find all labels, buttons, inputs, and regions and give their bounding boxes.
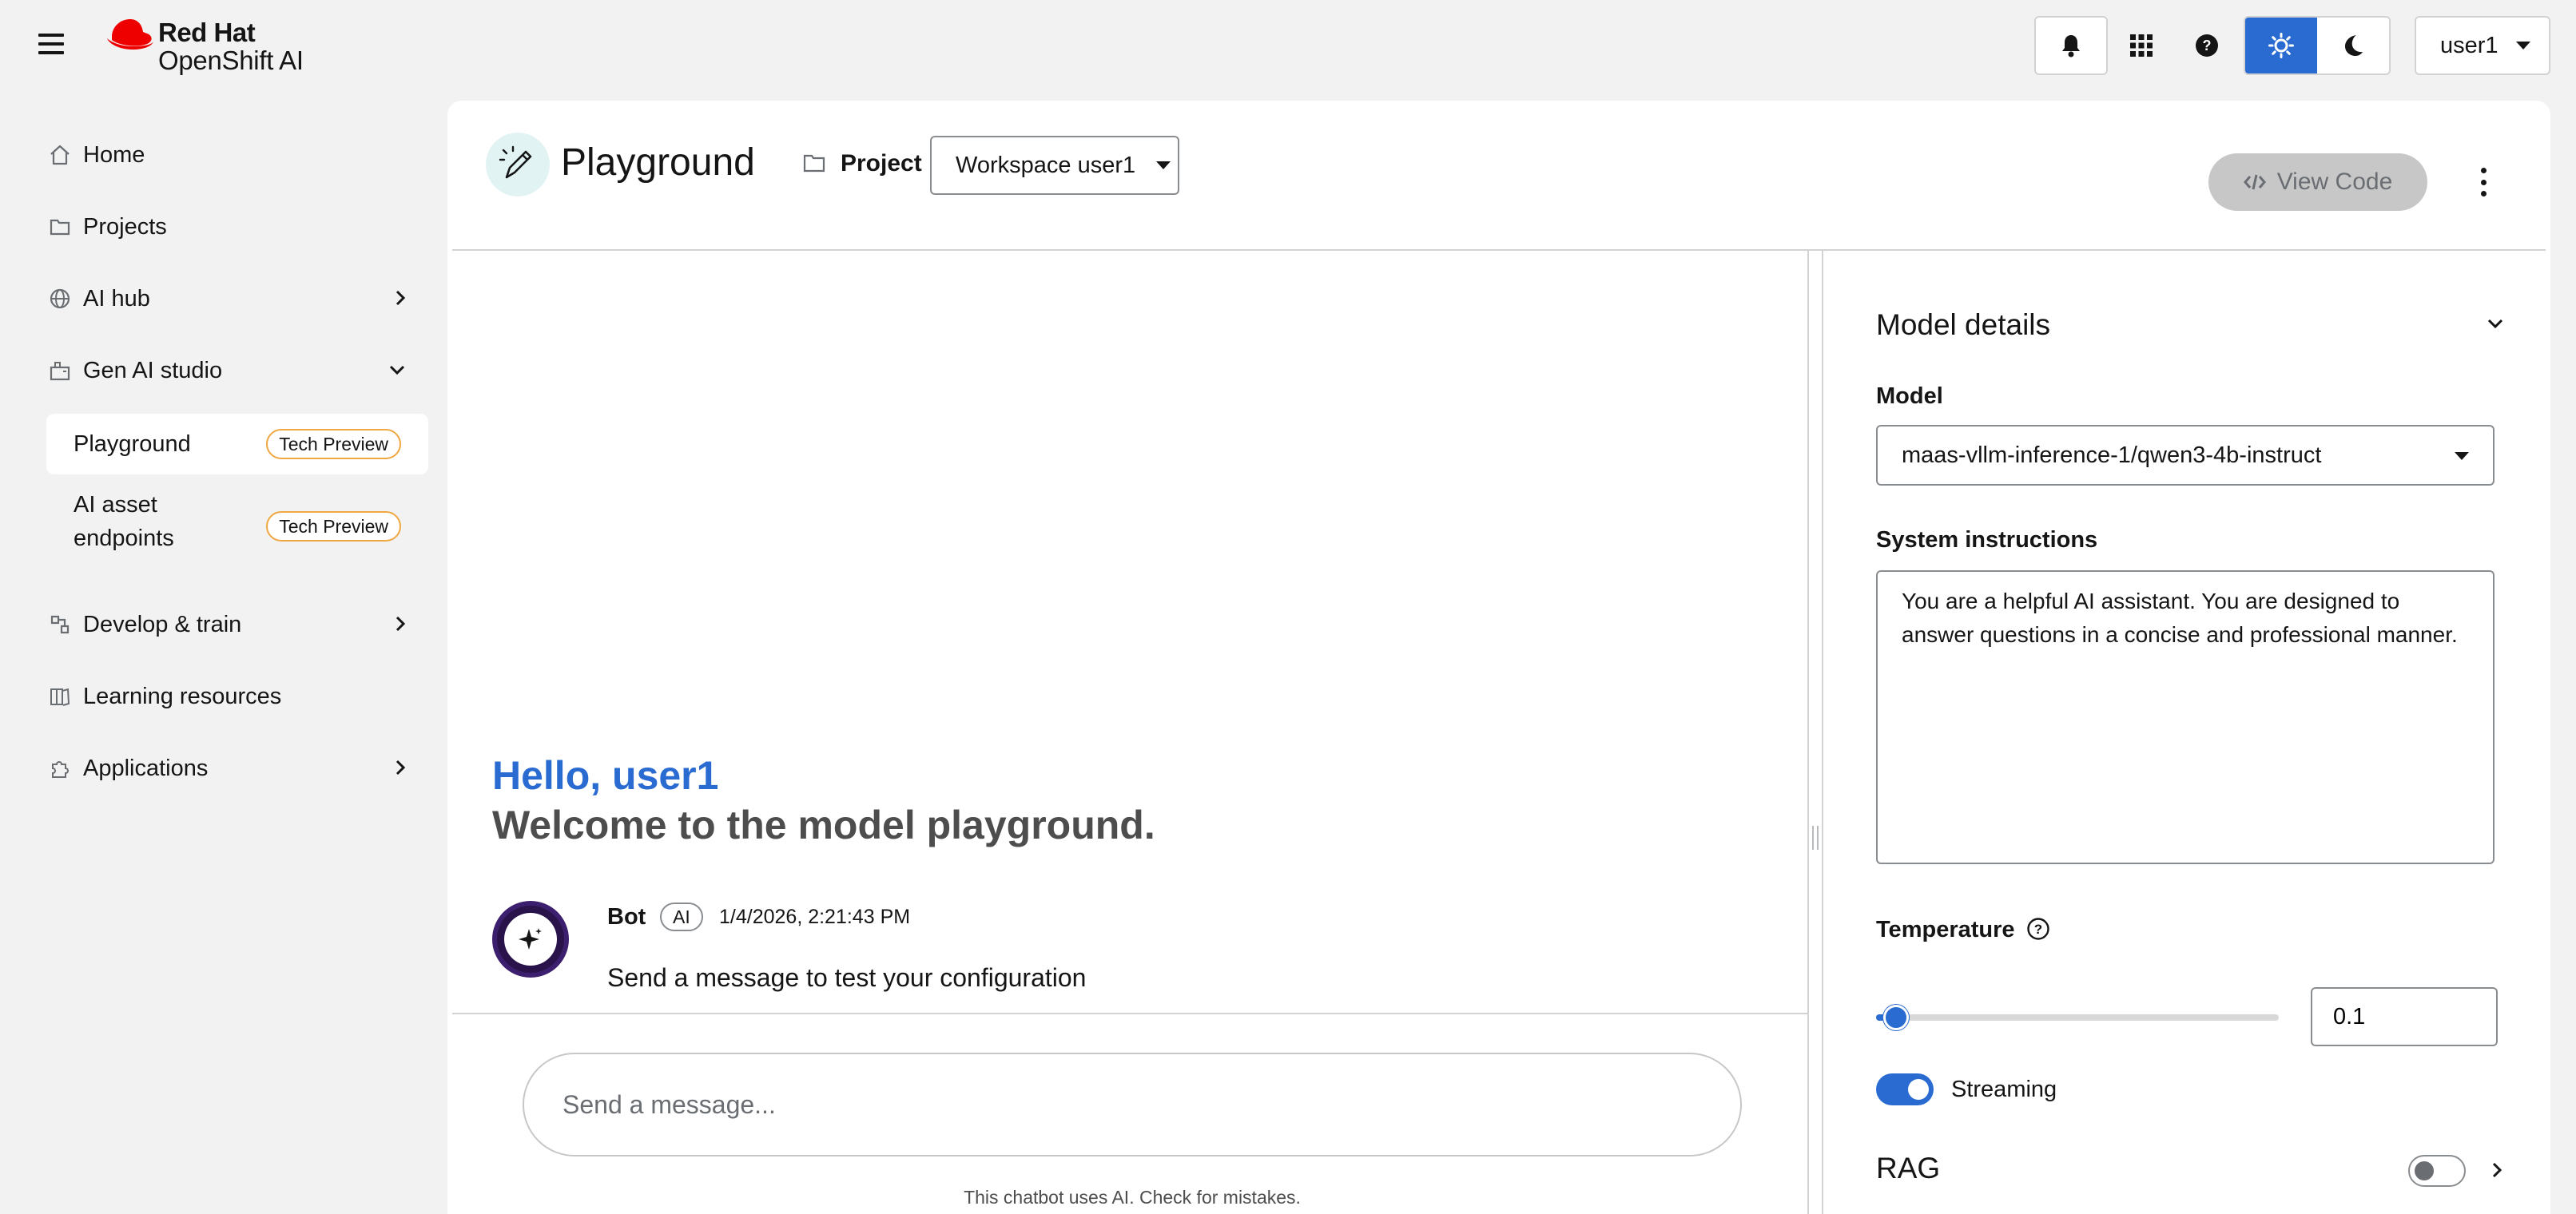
message-timestamp: 1/4/2026, 2:21:43 PM bbox=[719, 906, 911, 928]
caret-down-icon bbox=[2455, 452, 2469, 460]
sidebar-item-label: Gen AI studio bbox=[83, 357, 223, 383]
chevron-right-icon bbox=[396, 290, 406, 306]
sidebar-item-label: Applications bbox=[83, 755, 209, 781]
bell-icon bbox=[2062, 35, 2080, 58]
moon-icon bbox=[2345, 35, 2363, 56]
brand-line2: OpenShift AI bbox=[158, 46, 304, 75]
model-select[interactable]: maas-vllm-inference-1/qwen3-4b-instruct bbox=[1876, 425, 2495, 486]
welcome-heading: Welcome to the model playground. bbox=[492, 803, 1155, 847]
sidebar-nav: Home Projects AI hub Gen AI studio Playg… bbox=[0, 96, 447, 1214]
streaming-toggle[interactable] bbox=[1876, 1073, 1934, 1105]
tech-preview-badge: Tech Preview bbox=[266, 511, 401, 542]
user-menu-button[interactable]: user1 bbox=[2415, 16, 2550, 75]
caret-down-icon bbox=[1156, 161, 1171, 169]
bot-message: Send a message to test your configuratio… bbox=[607, 963, 1087, 992]
sidebar-item-projects[interactable]: Projects bbox=[46, 203, 406, 251]
chevron-right-icon bbox=[396, 616, 406, 632]
bot-avatar bbox=[492, 901, 569, 978]
light-theme-button[interactable] bbox=[2245, 18, 2317, 73]
chevron-down-icon bbox=[389, 365, 405, 375]
hello-heading: Hello, user1 bbox=[492, 753, 719, 798]
caret-down-icon bbox=[2515, 42, 2530, 50]
system-instructions-label: System instructions bbox=[1876, 527, 2098, 553]
sun-icon bbox=[2268, 33, 2294, 58]
temperature-label: Temperature bbox=[1876, 917, 2015, 942]
sidebar-item-label: Playground bbox=[74, 431, 191, 457]
playground-icon bbox=[486, 133, 550, 196]
sidebar-item-gen-ai-studio[interactable]: Gen AI studio bbox=[46, 347, 406, 395]
sidebar-item-applications[interactable]: Applications bbox=[46, 744, 406, 792]
dark-theme-button[interactable] bbox=[2317, 18, 2389, 73]
chevron-right-icon[interactable] bbox=[2491, 1161, 2502, 1179]
puzzle-icon bbox=[46, 755, 74, 782]
view-code-button[interactable]: View Code bbox=[2208, 153, 2427, 211]
view-code-label: View Code bbox=[2276, 169, 2393, 195]
sidebar-item-home[interactable]: Home bbox=[46, 131, 406, 179]
system-instructions-input[interactable]: You are a helpful AI assistant. You are … bbox=[1876, 570, 2495, 864]
chat-input-divider bbox=[452, 1013, 1807, 1014]
red-hat-logo-icon bbox=[107, 19, 153, 50]
slider-thumb[interactable] bbox=[1883, 1005, 1910, 1030]
notifications-button[interactable] bbox=[2034, 16, 2108, 75]
sidebar-item-label: Home bbox=[83, 141, 145, 168]
panel-resize-handle[interactable] bbox=[1807, 251, 1825, 1214]
home-icon bbox=[46, 141, 74, 169]
svg-text:?: ? bbox=[2034, 922, 2042, 937]
sidebar-item-label: AI hub bbox=[83, 285, 150, 311]
chevron-down-icon[interactable] bbox=[2487, 318, 2504, 329]
sidebar-item-label: Develop & train bbox=[83, 611, 242, 637]
app-launcher-button[interactable] bbox=[2105, 16, 2178, 75]
model-select-value: maas-vllm-inference-1/qwen3-4b-instruct bbox=[1902, 442, 2322, 468]
project-select[interactable]: Workspace user1 bbox=[930, 136, 1179, 195]
sidebar-item-develop-train[interactable]: Develop & train bbox=[46, 601, 406, 649]
folder-icon bbox=[803, 154, 825, 173]
help-button[interactable]: ? bbox=[2170, 16, 2244, 75]
sidebar-item-playground[interactable]: Playground Tech Preview bbox=[46, 414, 428, 474]
kebab-menu-icon[interactable] bbox=[2477, 168, 2490, 196]
menu-icon[interactable] bbox=[38, 34, 64, 54]
user-name: user1 bbox=[2440, 32, 2498, 58]
brand-line1: Red Hat bbox=[158, 18, 256, 47]
app-grid-icon bbox=[2130, 34, 2153, 57]
project-select-value: Workspace user1 bbox=[956, 152, 1136, 178]
model-label: Model bbox=[1876, 383, 1943, 409]
sidebar-item-label-line2: endpoints bbox=[74, 526, 174, 551]
model-details-panel: Model details Model maas-vllm-inference-… bbox=[1825, 251, 2550, 1214]
sparkle-icon bbox=[519, 928, 542, 950]
streaming-label: Streaming bbox=[1951, 1077, 2057, 1102]
bot-name: Bot bbox=[607, 904, 646, 930]
temperature-input[interactable] bbox=[2311, 987, 2498, 1046]
folder-icon bbox=[46, 213, 74, 240]
page-title: Playground bbox=[561, 141, 755, 184]
rag-toggle[interactable] bbox=[2408, 1155, 2466, 1187]
sidebar-item-label-line1: AI asset bbox=[74, 492, 157, 518]
tech-preview-badge: Tech Preview bbox=[266, 429, 401, 459]
code-icon bbox=[2243, 174, 2266, 190]
ai-badge: AI bbox=[660, 903, 703, 931]
project-label: Project bbox=[841, 150, 922, 177]
brand-logo[interactable]: Red Hat OpenShift AI bbox=[105, 14, 313, 75]
masthead: Red Hat OpenShift AI ? user1 bbox=[0, 0, 2576, 96]
sidebar-item-learning-resources[interactable]: Learning resources bbox=[46, 672, 406, 720]
ai-disclaimer: This chatbot uses AI. Check for mistakes… bbox=[964, 1187, 1301, 1208]
model-details-title: Model details bbox=[1876, 308, 2051, 341]
book-icon bbox=[46, 683, 74, 710]
temperature-slider[interactable] bbox=[1876, 1005, 2279, 1030]
rag-title: RAG bbox=[1876, 1152, 1941, 1184]
globe-icon bbox=[46, 285, 74, 312]
chevron-right-icon bbox=[396, 760, 406, 776]
sidebar-item-label: Learning resources bbox=[83, 683, 282, 709]
message-input[interactable] bbox=[523, 1053, 1742, 1156]
main-content: Playground Project Workspace user1 View … bbox=[447, 101, 2550, 1214]
studio-icon bbox=[46, 357, 74, 384]
sidebar-item-ai-hub[interactable]: AI hub bbox=[46, 275, 406, 323]
sidebar-item-ai-asset-endpoints[interactable]: AI asset endpoints Tech Preview bbox=[46, 487, 428, 564]
svg-text:?: ? bbox=[2203, 38, 2212, 54]
theme-toggle-group bbox=[2244, 16, 2391, 75]
help-icon: ? bbox=[2196, 34, 2218, 57]
develop-icon bbox=[46, 611, 74, 638]
help-icon[interactable]: ? bbox=[2026, 917, 2050, 941]
sidebar-item-label: Projects bbox=[83, 213, 167, 240]
